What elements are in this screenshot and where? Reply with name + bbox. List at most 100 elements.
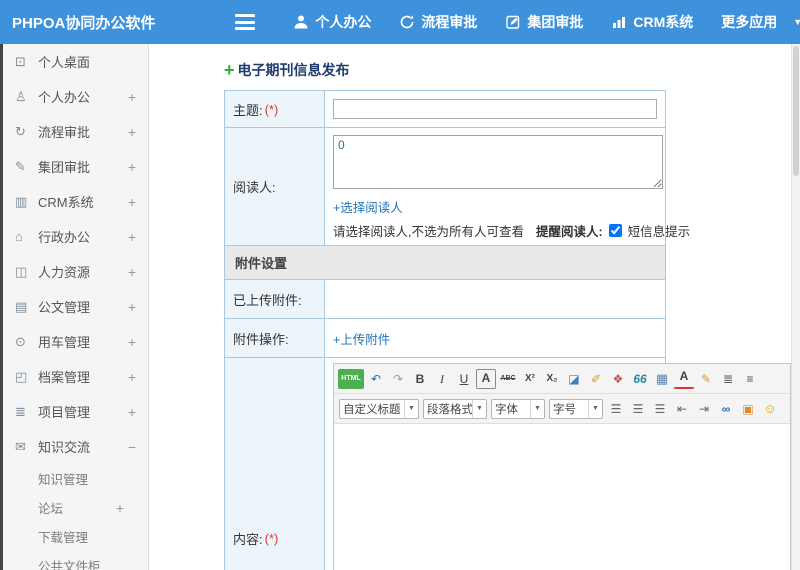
editor-toolbar-row-1: HTML ↶ ↷ B I U A ABC X² X₂ ◪ ✐ ❖ 66 ▦ A … — [334, 364, 790, 394]
sidebar-item-vehicle-management[interactable]: ⊙ 用车管理 + — [3, 324, 148, 359]
sidebar-item-personal-desktop[interactable]: ⊡ 个人桌面 — [3, 44, 148, 79]
strikethrough-button[interactable]: ABC — [498, 369, 518, 389]
main-content: + 电子期刊信息发布 主题: (*) 阅读人: 0 +选择阅读人 请选择阅读人,… — [149, 44, 800, 570]
sms-reminder-checkbox[interactable] — [608, 224, 622, 237]
expand-toggle-icon[interactable]: + — [126, 89, 138, 105]
person-icon — [293, 14, 309, 30]
indent-increase-button[interactable]: ⇥ — [694, 399, 714, 419]
nav-item-label: CRM系统 — [633, 14, 694, 30]
sidebar-subitem-knowledge-management[interactable]: 知识管理 — [3, 464, 148, 493]
scrollbar-thumb[interactable] — [793, 46, 799, 176]
font-style-button[interactable]: A — [476, 368, 496, 389]
readers-textarea[interactable]: 0 — [333, 135, 663, 189]
align-center-button[interactable]: ☰ — [628, 399, 648, 419]
emoticon-button[interactable]: ☺ — [760, 399, 780, 419]
remind-readers-label: 提醒阅读人: — [535, 225, 603, 239]
subject-input[interactable] — [333, 99, 657, 119]
blockquote-button[interactable]: 66 — [630, 369, 650, 389]
attachment-actions-row: 附件操作: +上传附件 — [225, 319, 665, 358]
menu-toggle-button[interactable] — [231, 7, 259, 38]
people-icon: ◫ — [15, 263, 28, 279]
chevron-down-icon: ▼ — [404, 399, 418, 418]
required-mark: (*) — [264, 101, 279, 117]
underline-button[interactable]: U — [454, 369, 474, 389]
nav-item-personal-office[interactable]: 个人办公 — [279, 0, 385, 44]
expand-toggle-icon[interactable]: + — [126, 159, 138, 175]
redo-button[interactable]: ↷ — [388, 369, 408, 389]
link-button[interactable]: ∞ — [716, 399, 736, 419]
car-icon: ⊙ — [15, 333, 26, 349]
select-readers-link[interactable]: +选择阅读人 — [333, 197, 403, 216]
sidebar-item-document-management[interactable]: ▤ 公文管理 + — [3, 289, 148, 324]
align-right-button[interactable]: ☰ — [650, 399, 670, 419]
page-title: + 电子期刊信息发布 — [224, 60, 800, 80]
building-icon: ⌂ — [15, 229, 23, 244]
content-label: 内容: — [233, 531, 263, 547]
vertical-scrollbar[interactable] — [791, 44, 800, 570]
unordered-list-button[interactable]: ≣ — [718, 369, 738, 389]
sidebar-subitem-forum[interactable]: 论坛 + — [3, 493, 148, 522]
sidebar-menu: ⊡ 个人桌面 ♙ 个人办公 + ↻ 流程审批 + ✎ 集团审批 + ▥ CRM系… — [3, 44, 149, 570]
heading-select[interactable]: 自定义标题 ▼ — [339, 398, 419, 419]
sidebar-item-workflow-approval[interactable]: ↻ 流程审批 + — [3, 114, 148, 149]
indent-decrease-button[interactable]: ⇤ — [672, 399, 692, 419]
font-size-select[interactable]: 字号 ▼ — [549, 398, 603, 419]
paragraph-select[interactable]: 段落格式 ▼ — [423, 398, 487, 419]
nav-item-label: 集团审批 — [527, 14, 584, 30]
sidebar-knowledge-subitems: 知识管理 论坛 + 下载管理 公共文件柜 — [3, 464, 148, 570]
expand-toggle-icon[interactable]: − — [126, 439, 138, 455]
nav-item-workflow-approval[interactable]: 流程审批 — [385, 0, 491, 44]
expand-toggle-icon[interactable]: + — [126, 124, 138, 140]
sidebar-item-human-resources[interactable]: ◫ 人力资源 + — [3, 254, 148, 289]
align-left-button[interactable]: ☰ — [606, 399, 626, 419]
remove-format-button[interactable]: ◪ — [564, 369, 584, 389]
nav-item-more-apps[interactable]: 更多应用 ▼ — [707, 0, 800, 44]
nav-item-crm-system[interactable]: CRM系统 — [597, 0, 707, 44]
sidebar-main-items: ⊡ 个人桌面 ♙ 个人办公 + ↻ 流程审批 + ✎ 集团审批 + ▥ CRM系… — [3, 44, 148, 464]
highlight-color-button[interactable]: ✎ — [696, 369, 716, 389]
sidebar-item-project-management[interactable]: ≣ 项目管理 + — [3, 394, 148, 429]
expand-toggle-icon[interactable]: + — [126, 404, 138, 420]
expand-toggle-icon[interactable]: + — [114, 500, 126, 516]
html-source-button[interactable]: HTML — [338, 368, 364, 389]
sidebar-item-personal-office[interactable]: ♙ 个人办公 + — [3, 79, 148, 114]
format-brush-button[interactable]: ✐ — [586, 369, 606, 389]
bar-chart-icon: ▥ — [15, 193, 28, 209]
sidebar-subitem-public-file-cabinet[interactable]: 公共文件柜 — [3, 551, 148, 570]
table-button[interactable]: ▦ — [652, 369, 672, 389]
sidebar-item-archive-management[interactable]: ◰ 档案管理 + — [3, 359, 148, 394]
nav-item-group-approval[interactable]: 集团审批 — [491, 0, 597, 44]
expand-toggle-icon[interactable]: + — [126, 264, 138, 280]
editor-content-area[interactable] — [334, 424, 790, 570]
readers-hint-line: 请选择阅读人,不选为所有人可查看 提醒阅读人: 短信息提示 — [333, 221, 690, 240]
sidebar-item-group-approval[interactable]: ✎ 集团审批 + — [3, 149, 148, 184]
font-color-button[interactable]: A — [674, 369, 694, 389]
undo-button[interactable]: ↶ — [366, 369, 386, 389]
bold-button[interactable]: B — [410, 369, 430, 389]
image-button[interactable]: ▣ — [738, 399, 758, 419]
sidebar-item-admin-office[interactable]: ⌂ 行政办公 + — [3, 219, 148, 254]
expand-toggle-icon[interactable]: + — [126, 299, 138, 315]
expand-toggle-icon[interactable]: + — [126, 334, 138, 350]
expand-toggle-icon[interactable]: + — [126, 194, 138, 210]
nav-item-label: 更多应用 — [721, 14, 778, 30]
top-navigation: 个人办公 流程审批 集团审批 CRM系统 更多应用 ▼ — [279, 0, 800, 44]
subscript-button[interactable]: X₂ — [542, 369, 562, 389]
paint-button[interactable]: ❖ — [608, 369, 628, 389]
sidebar-item-knowledge-exchange[interactable]: ✉ 知识交流 − — [3, 429, 148, 464]
expand-toggle-icon[interactable]: + — [126, 229, 138, 245]
sidebar-subitem-download-management[interactable]: 下载管理 — [3, 522, 148, 551]
required-mark: (*) — [264, 530, 279, 546]
sidebar-item-crm-system[interactable]: ▥ CRM系统 + — [3, 184, 148, 219]
upload-attachment-link[interactable]: +上传附件 — [333, 329, 390, 348]
font-family-select[interactable]: 字体 ▼ — [491, 398, 545, 419]
expand-toggle-icon[interactable]: + — [126, 369, 138, 385]
uploaded-attachments-value — [325, 280, 665, 318]
journal-publish-form: 主题: (*) 阅读人: 0 +选择阅读人 请选择阅读人,不选为所有人可查看 提… — [224, 90, 791, 570]
attachment-section-header: 附件设置 — [225, 246, 665, 280]
ordered-list-button[interactable]: ≡ — [740, 369, 760, 389]
app-title: PHPOA协同办公软件 — [12, 14, 156, 32]
superscript-button[interactable]: X² — [520, 369, 540, 389]
italic-button[interactable]: I — [432, 369, 452, 389]
person-icon: ♙ — [15, 88, 27, 104]
